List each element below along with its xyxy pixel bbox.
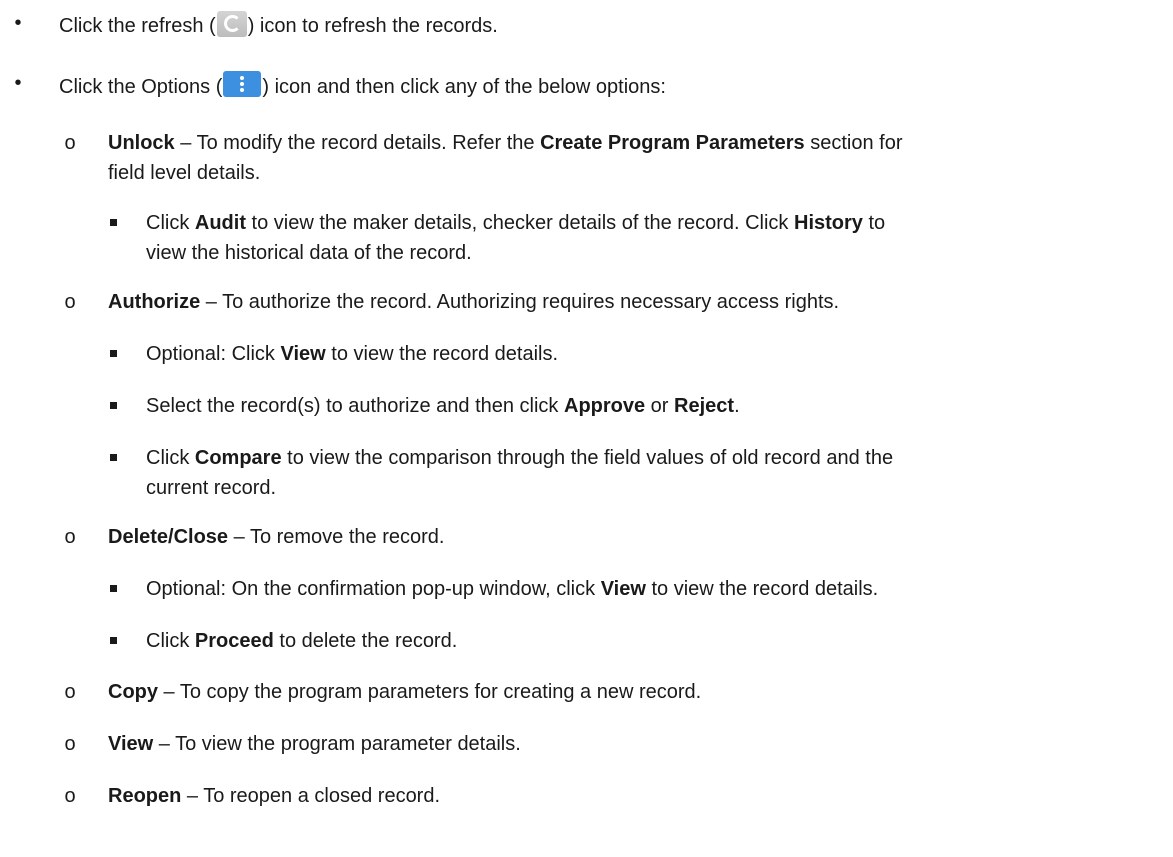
authorize-term: Authorize bbox=[108, 291, 201, 313]
unlock-line2: field level details. bbox=[108, 162, 261, 184]
bullet-disc: • bbox=[14, 72, 22, 94]
options-text-a: Click the Options ( bbox=[59, 76, 223, 98]
view-text: – To view the program parameter details. bbox=[153, 733, 521, 755]
proceed-text-a: Click bbox=[146, 630, 195, 652]
bullet-circle: o bbox=[64, 291, 76, 313]
bullet-square bbox=[110, 585, 124, 592]
authorize-item: Authorize – To authorize the record. Aut… bbox=[108, 290, 839, 314]
reject-term: Reject bbox=[674, 395, 735, 417]
proceed-item: Click Proceed to delete the record. bbox=[146, 629, 457, 653]
authorize-text: – To authorize the record. Authorizing r… bbox=[200, 291, 840, 313]
authorize-view-text-a: Optional: Click bbox=[146, 343, 281, 365]
create-program-parameters-ref: Create Program Parameters bbox=[540, 132, 805, 154]
approve-term: Approve bbox=[564, 395, 646, 417]
view-item: View – To view the program parameter det… bbox=[108, 732, 521, 756]
audit-text-b: to view the maker details, checker detai… bbox=[245, 212, 794, 234]
view-term: View bbox=[108, 733, 154, 755]
bullet-circle: o bbox=[64, 526, 76, 548]
copy-text: – To copy the program parameters for cre… bbox=[158, 681, 702, 703]
authorize-view-item: Optional: Click View to view the record … bbox=[146, 342, 558, 366]
reopen-item: Reopen – To reopen a closed record. bbox=[108, 784, 440, 808]
compare-line2: current record. bbox=[146, 477, 277, 499]
bullet-square bbox=[110, 219, 124, 226]
delete-term: Delete/Close bbox=[108, 526, 229, 548]
bullet-circle: o bbox=[64, 681, 76, 703]
compare-item: Click Compare to view the comparison thr… bbox=[146, 446, 893, 470]
proceed-term: Proceed bbox=[194, 630, 274, 652]
select-text-end: . bbox=[734, 395, 740, 417]
bullet-circle: o bbox=[64, 132, 76, 154]
bullet-square bbox=[110, 454, 124, 461]
options-kebab-icon bbox=[223, 71, 262, 97]
reopen-text: – To reopen a closed record. bbox=[181, 785, 441, 807]
delete-view-text-b: to view the record details. bbox=[645, 578, 879, 600]
view-term: View bbox=[600, 578, 646, 600]
bullet-disc: • bbox=[14, 12, 22, 34]
options-instruction: Click the Options ( ) icon and then click… bbox=[59, 71, 666, 99]
authorize-view-text-b: to view the record details. bbox=[325, 343, 559, 365]
refresh-instruction: Click the refresh ( ) icon to refresh the… bbox=[59, 11, 498, 38]
compare-term: Compare bbox=[194, 447, 282, 469]
refresh-text-b: ) icon to refresh the records. bbox=[247, 15, 498, 37]
copy-item: Copy – To copy the program parameters fo… bbox=[108, 680, 701, 704]
audit-item: Click Audit to view the maker details, c… bbox=[146, 211, 885, 235]
bullet-square bbox=[110, 637, 124, 644]
delete-item: Delete/Close – To remove the record. bbox=[108, 525, 444, 549]
compare-text-b: to view the comparison through the field… bbox=[281, 447, 894, 469]
refresh-text-a: Click the refresh ( bbox=[59, 15, 216, 37]
audit-text-c: to bbox=[862, 212, 886, 234]
copy-term: Copy bbox=[108, 681, 158, 703]
bullet-square bbox=[110, 350, 124, 357]
unlock-term: Unlock bbox=[108, 132, 175, 154]
unlock-item: Unlock – To modify the record details. R… bbox=[108, 131, 902, 155]
delete-view-item: Optional: On the confirmation pop-up win… bbox=[146, 577, 878, 601]
audit-text-a: Click bbox=[146, 212, 195, 234]
audit-line2: view the historical data of the record. bbox=[146, 242, 472, 264]
select-text-a: Select the record(s) to authorize and th… bbox=[146, 395, 564, 417]
bullet-circle: o bbox=[64, 785, 76, 807]
authorize-select-item: Select the record(s) to authorize and th… bbox=[146, 394, 740, 418]
delete-view-text-a: Optional: On the confirmation pop-up win… bbox=[146, 578, 601, 600]
proceed-text-b: to delete the record. bbox=[273, 630, 458, 652]
history-term: History bbox=[794, 212, 863, 234]
select-text-or: or bbox=[645, 395, 675, 417]
reopen-term: Reopen bbox=[108, 785, 182, 807]
delete-text: – To remove the record. bbox=[228, 526, 445, 548]
unlock-text-b: section for bbox=[804, 132, 903, 154]
refresh-icon bbox=[216, 11, 247, 37]
view-term: View bbox=[280, 343, 326, 365]
bullet-square bbox=[110, 402, 124, 409]
audit-term: Audit bbox=[194, 212, 246, 234]
bullet-circle: o bbox=[64, 733, 76, 755]
unlock-text-a: – To modify the record details. Refer th… bbox=[174, 132, 541, 154]
compare-text-a: Click bbox=[146, 447, 195, 469]
options-text-b: ) icon and then click any of the below o… bbox=[262, 76, 666, 98]
